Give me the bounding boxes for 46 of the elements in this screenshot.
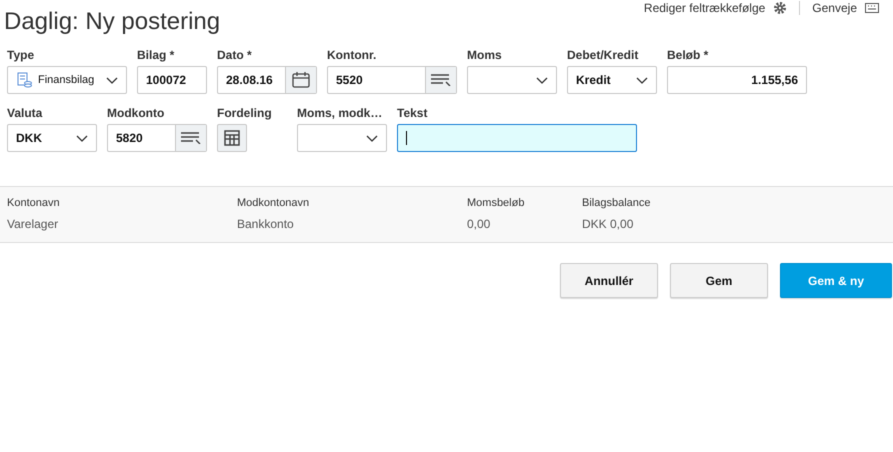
summary-value: Bankkonto (237, 217, 295, 231)
field-label: Moms, modk… (297, 106, 382, 122)
action-button[interactable]: Gem (670, 263, 768, 298)
header-link[interactable]: Rediger feltrækkefølge (644, 1, 766, 15)
chevron-down-icon (106, 76, 118, 84)
field-label: Fordeling (217, 106, 272, 122)
input-field[interactable]: 28.08.16 (217, 66, 317, 94)
summary-label: Modkontonavn (237, 197, 310, 209)
action-button[interactable]: Annullér (560, 263, 658, 298)
distribution-button[interactable] (217, 124, 247, 152)
field-label: Bilag * (137, 48, 174, 64)
table-icon (224, 130, 240, 146)
header-link[interactable]: Genveje (812, 1, 857, 15)
chevron-down-icon (536, 76, 548, 84)
input-field[interactable]: 100072 (137, 66, 207, 94)
summary-value: Varelager (7, 217, 60, 231)
summary-value: 0,00 (467, 217, 492, 231)
settings-icon[interactable] (773, 1, 788, 15)
summary-value: DKK 0,00 (582, 217, 634, 231)
field-label: Tekst (397, 106, 428, 122)
chevron-down-icon (636, 76, 648, 84)
field-label: Debet/Kredit (567, 48, 638, 64)
dropdown[interactable]: Finansbilag (7, 66, 127, 94)
field-label: Beløb * (667, 48, 708, 64)
chevron-down-icon (366, 134, 378, 142)
field-label: Kontonr. (327, 48, 376, 64)
input-field[interactable] (397, 124, 637, 152)
input-field[interactable]: 1.155,56 (667, 66, 807, 94)
list-icon[interactable] (181, 132, 201, 144)
field-label: Dato * (217, 48, 252, 64)
dropdown[interactable]: DKK (7, 124, 97, 152)
field-label: Type (7, 48, 34, 64)
list-icon[interactable] (431, 74, 451, 86)
summary-label: Kontonavn (7, 197, 61, 209)
chevron-down-icon (76, 134, 88, 142)
summary-label: Momsbeløb (467, 197, 526, 209)
keyboard-icon[interactable] (865, 3, 879, 13)
input-field[interactable]: 5820 (107, 124, 207, 152)
page-title: Daglig: Ny postering (4, 8, 220, 36)
field-label: Valuta (7, 106, 42, 122)
calendar-icon[interactable] (292, 72, 310, 88)
summary-label: Bilagsbalance (582, 197, 652, 209)
field-label: Moms (467, 48, 502, 64)
dropdown[interactable]: Kredit (567, 66, 657, 94)
input-field[interactable]: 5520 (327, 66, 457, 94)
field-label: Modkonto (107, 106, 164, 122)
